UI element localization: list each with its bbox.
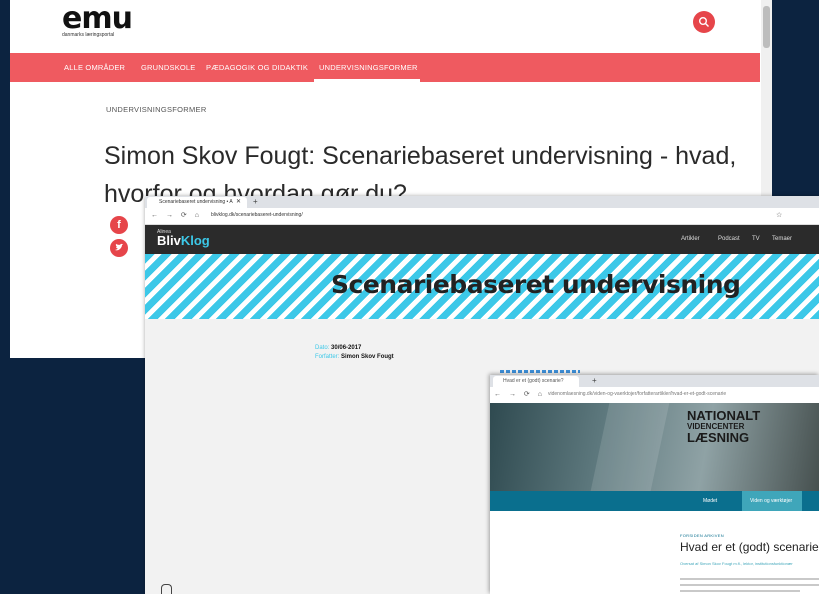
scrollbar-thumb[interactable] [763, 6, 770, 48]
brand-line-3: LÆSNING [687, 430, 750, 445]
body-text-line [680, 584, 819, 586]
body-text-line [680, 578, 819, 580]
body-text-line [680, 590, 800, 592]
facebook-share-button[interactable]: f [110, 216, 128, 234]
brand-line-1: NATIONALT [687, 408, 761, 423]
browser-nav-icons[interactable]: ← → ⟳ ⌂ [494, 390, 545, 398]
twitter-icon [115, 243, 123, 251]
facebook-icon: f [117, 219, 121, 231]
article-category[interactable]: UNDERVISNINGSFORMER [106, 105, 207, 114]
author-label: Forfatter: [315, 354, 340, 360]
browser-tab-bar: Scenariebaseret undervisning • A ✕ + [145, 196, 819, 208]
address-bar: ← → ⟳ ⌂ blivklog.dk/scenariebaseret-unde… [145, 208, 819, 225]
new-tab-button[interactable]: + [592, 375, 597, 387]
bookmark-star-icon[interactable]: ☆ [776, 211, 782, 219]
browser-tab[interactable]: Hvad er et (godt) scenarie? [493, 376, 579, 387]
url-field[interactable]: videnomlaesning.dk/viden-og-vaerktojer/f… [548, 391, 726, 397]
hero-banner: Scenariebaseret undervisning [145, 254, 819, 319]
browser-tab[interactable]: Scenariebaseret undervisning • A ✕ [147, 197, 247, 208]
home-icon[interactable] [161, 584, 172, 594]
site-menu: Mødet Viden og værktøjer [490, 491, 819, 511]
article-meta: Dato: 30/06-2017 Forfatter: Simon Skov F… [315, 344, 394, 362]
browser-tab-bar: Hvad er et (godt) scenarie? + [490, 375, 819, 387]
hero-title: Scenariebaseret undervisning [331, 270, 741, 299]
site-banner: NATIONALT VIDENCENTER LÆSNING [490, 403, 819, 491]
logo-bliv: Bliv [157, 233, 181, 248]
address-bar: ← → ⟳ ⌂ videnomlaesning.dk/viden-og-vaer… [490, 387, 819, 404]
date-value: 30/06-2017 [331, 345, 362, 351]
new-tab-button[interactable]: + [253, 196, 258, 208]
emu-logo[interactable]: emu danmarks læringsportal [62, 1, 133, 39]
nav-paedagogik-og-didaktik[interactable]: PÆDAGOGIK OG DIDAKTIK [206, 63, 308, 72]
nav-alle-omraader[interactable]: ALLE OMRÅDER [64, 63, 125, 72]
nav-podcast[interactable]: Podcast [718, 236, 740, 242]
emu-logo-mark: emu [62, 1, 133, 36]
videncenter-logo[interactable]: NATIONALT VIDENCENTER LÆSNING [687, 408, 761, 445]
nav-artikler[interactable]: Artikler [681, 236, 700, 242]
author-value: Simon Skov Fougt [341, 354, 394, 360]
site-header: Alinea BlivKlog Artikler Podcast TV Tema… [145, 225, 819, 254]
close-tab-icon[interactable]: ✕ [236, 197, 241, 208]
tab-title: Hvad er et (godt) scenarie? [503, 378, 564, 384]
nav-grundskole[interactable]: GRUNDSKOLE [141, 63, 196, 72]
twitter-share-button[interactable] [110, 239, 128, 257]
search-button[interactable] [693, 11, 715, 33]
nav-temaer[interactable]: Temaer [772, 236, 792, 242]
tab-title: Scenariebaseret undervisning • A [159, 199, 233, 205]
breadcrumb[interactable]: FORSIDEN ARKIVEN [680, 533, 724, 538]
main-nav: ALLE OMRÅDER GRUNDSKOLE PÆDAGOGIK OG DID… [10, 53, 760, 82]
url-field[interactable]: blivklog.dk/scenariebaseret-undervisning… [211, 212, 303, 218]
videncenter-browser-window: Hvad er et (godt) scenarie? + ← → ⟳ ⌂ vi… [490, 375, 819, 594]
search-icon [699, 17, 709, 27]
blivklog-logo[interactable]: Alinea BlivKlog [157, 229, 210, 247]
menu-item-viden-highlight[interactable]: Viden og værktøjer [742, 491, 802, 511]
article-author: Oversat af Simon Skov Fougt m.fl., lekto… [680, 561, 793, 566]
logo-klog: Klog [180, 233, 210, 248]
active-nav-indicator [314, 79, 420, 82]
date-label: Dato: [315, 345, 330, 351]
menu-item-moedet[interactable]: Mødet [703, 498, 717, 504]
nav-undervisningsformer[interactable]: UNDERVISNINGSFORMER [319, 63, 418, 72]
menu-item-viden-og-vaerktoejer[interactable]: Viden og værktøjer [750, 498, 792, 504]
article-title: Hvad er et (godt) scenarie? [680, 540, 819, 554]
banner-photo-highlight [590, 403, 670, 491]
nav-tv[interactable]: TV [752, 236, 760, 242]
browser-nav-icons[interactable]: ← → ⟳ ⌂ [151, 211, 202, 219]
article-link[interactable] [500, 370, 580, 373]
